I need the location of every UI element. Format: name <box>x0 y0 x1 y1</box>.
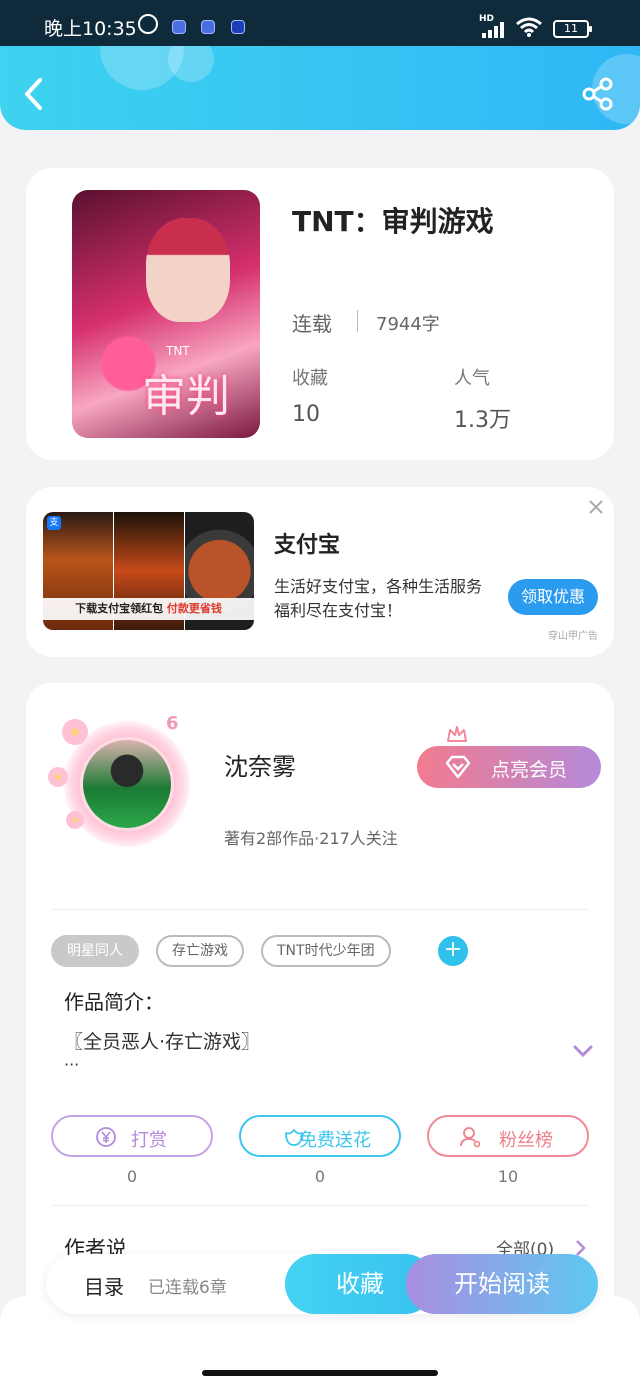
tag-chip[interactable]: TNT时代少年团 <box>261 935 391 967</box>
signal-icon <box>482 22 510 38</box>
wifi-icon <box>516 17 542 37</box>
favorites-label: 收藏 <box>292 368 328 389</box>
claim-offer-button[interactable]: 领取优惠 <box>508 579 598 615</box>
chevron-down-icon[interactable] <box>572 1043 594 1059</box>
book-title: TNT：审判游戏 <box>292 205 494 238</box>
ad-title: 支付宝 <box>274 533 341 558</box>
ad-banner-highlight: 付款更省钱 <box>166 602 222 615</box>
tag-chip[interactable]: 存亡游戏 <box>156 935 244 967</box>
app-header <box>0 46 640 130</box>
user-icon <box>460 1127 481 1148</box>
app-notification-icon <box>231 20 245 34</box>
status-bar: 晚上10:35 HD 11 <box>0 0 640 46</box>
vip-button-label: 点亮会员 <box>491 759 568 781</box>
author-avatar[interactable]: 6 <box>42 711 198 851</box>
ad-source: 穿山甲广告 <box>548 631 598 642</box>
divider <box>52 1205 588 1206</box>
ad-image[interactable]: 支 下载支付宝领红包 付款更省钱 <box>43 512 254 630</box>
intro-text: 〖全员恶人·存亡游戏〗 <box>64 1031 261 1053</box>
crown-icon <box>447 726 467 742</box>
ad-banner: 下载支付宝领红包 付款更省钱 <box>43 598 254 620</box>
send-flower-button[interactable]: 免费送花 <box>239 1115 401 1157</box>
battery-icon: 11 <box>553 20 592 38</box>
author-name[interactable]: 沈奈雾 <box>224 747 296 782</box>
author-level: 6 <box>166 713 179 734</box>
popularity-value: 1.3万 <box>454 408 511 433</box>
divider <box>52 909 588 910</box>
cover-title: 审判 <box>142 371 230 422</box>
vip-button[interactable]: 点亮会员 <box>417 746 601 788</box>
ad-banner-text: 下载支付宝领红包 <box>75 602 164 615</box>
toc-button[interactable]: 目录 <box>84 1271 124 1300</box>
chapters-count: 已连载6章 <box>148 1278 227 1298</box>
add-tag-button[interactable]: + <box>438 936 468 966</box>
book-info-card: TNT 审判 TNT：审判游戏 连载 7944字 收藏 人气 10 1.3万 <box>26 168 614 460</box>
reward-label: 打赏 <box>131 1130 167 1151</box>
intro-ellipsis: ··· <box>64 1055 80 1074</box>
status-time: 晚上10:35 <box>44 18 137 40</box>
home-indicator <box>202 1370 438 1376</box>
alarm-icon <box>138 14 158 34</box>
bottom-action-bar: 目录 已连载6章 收藏 开始阅读 <box>46 1254 598 1314</box>
fans-ranking-button[interactable]: 粉丝榜 <box>427 1115 589 1157</box>
alipay-tag-icon: 支 <box>47 516 61 530</box>
close-icon[interactable] <box>586 497 606 517</box>
tag-chip[interactable]: 明星同人 <box>51 935 139 967</box>
favorites-value: 10 <box>292 402 320 427</box>
ad-card[interactable]: 支 下载支付宝领红包 付款更省钱 支付宝 生活好支付宝，各种生活服务福利尽在支付… <box>26 487 614 657</box>
book-status: 连载 <box>292 312 332 336</box>
word-count: 7944字 <box>376 314 440 335</box>
flower-count: 0 <box>314 1167 326 1186</box>
divider <box>357 310 358 332</box>
fans-count: 10 <box>497 1167 519 1186</box>
ad-description: 生活好支付宝，各种生活服务福利尽在支付宝！ <box>274 577 483 620</box>
start-reading-button[interactable]: 开始阅读 <box>406 1254 598 1314</box>
yen-icon <box>96 1127 116 1147</box>
share-button[interactable] <box>580 76 616 112</box>
back-button[interactable] <box>20 76 50 112</box>
send-flower-label: 免费送花 <box>299 1130 371 1151</box>
author-stats: 著有2部作品·217人关注 <box>224 829 398 848</box>
reward-count: 0 <box>126 1167 138 1186</box>
reward-button[interactable]: 打赏 <box>51 1115 213 1157</box>
cover-subtitle: TNT <box>166 344 190 358</box>
diamond-icon <box>445 755 471 779</box>
tag-list: 明星同人 存亡游戏 TNT时代少年团 <box>51 935 391 967</box>
book-cover[interactable]: TNT 审判 <box>72 190 260 438</box>
popularity-label: 人气 <box>454 368 490 389</box>
intro-label: 作品简介： <box>64 990 164 1014</box>
app-notification-icon <box>172 20 186 34</box>
fans-ranking-label: 粉丝榜 <box>499 1130 553 1151</box>
app-notification-icon <box>201 20 215 34</box>
